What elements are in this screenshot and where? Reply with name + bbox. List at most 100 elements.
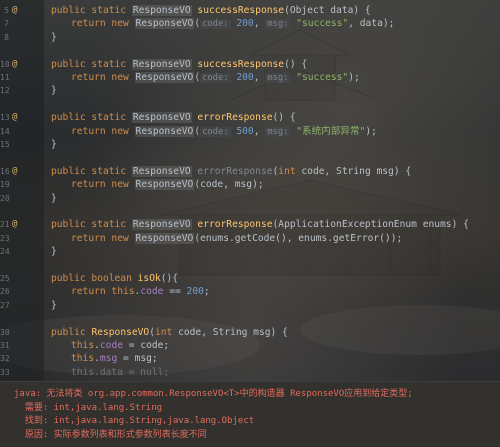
code-token: public static: [51, 5, 132, 16]
code-line[interactable]: [0, 98, 500, 111]
code-token: );: [365, 125, 377, 137]
code-token: errorResponse: [197, 112, 273, 124]
line-number: 15: [0, 140, 10, 149]
code-token: }: [51, 139, 57, 150]
code-line[interactable]: 10 @ public static ResponseVO successRespo…: [0, 58, 500, 71]
line-number: 27: [0, 300, 10, 310]
code-token: }: [51, 246, 57, 258]
code-text: public static ResponseVO errorResponse(i…: [51, 165, 411, 178]
code-token: }: [51, 299, 57, 311]
code-line[interactable]: 31 this.code = code;: [0, 339, 500, 352]
code-token: (enums.getCode(), enums.getError());: [194, 232, 403, 244]
code-token: () {: [284, 58, 308, 70]
code-line[interactable]: 27}: [0, 299, 500, 312]
code-line[interactable]: 20}: [0, 192, 500, 205]
error-line: 找到: int,java.lang.String,java.lang.Objec…: [14, 416, 255, 426]
code-text: }: [51, 84, 57, 97]
code-text: public ResponseVO(int code, String msg) …: [51, 326, 288, 339]
code-token: ResponseVO: [134, 72, 195, 83]
code-token: this: [71, 340, 95, 351]
code-token: }: [51, 85, 57, 97]
code-line[interactable]: 13 @ public static ResponseVO errorRespons…: [0, 111, 500, 124]
code-token: ResponseVO: [131, 58, 192, 70]
code-line[interactable]: 19 return new ResponseVO(code, msg);: [0, 178, 500, 191]
annotation-marker-icon[interactable]: @: [12, 111, 17, 124]
code-text: }: [51, 299, 57, 312]
code-line[interactable]: [0, 151, 500, 164]
annotation-marker-icon[interactable]: @: [12, 4, 17, 17]
code-token: ,: [253, 18, 266, 30]
code-token: return new: [71, 18, 135, 30]
code-token: ;: [203, 286, 210, 298]
code-token: public: [51, 326, 92, 338]
error-line: 需要: int,java.lang.String: [14, 402, 163, 413]
code-line[interactable]: [0, 312, 500, 325]
code-line[interactable]: 21 @ public static ResponseVO errorRespons…: [0, 218, 500, 231]
code-text: public boolean isOk(){: [51, 272, 178, 285]
code-line[interactable]: 8}: [0, 31, 500, 44]
annotation-marker-icon[interactable]: @: [12, 165, 17, 178]
code-token: msg:: [265, 126, 291, 137]
code-token: (){: [160, 273, 179, 284]
code-token: code:: [200, 19, 231, 30]
code-line[interactable]: [0, 44, 500, 57]
code-token: "success": [290, 18, 349, 30]
code-token: code: [99, 340, 123, 351]
line-number: 32: [0, 354, 10, 364]
code-text: return new ResponseVO(enums.getCode(), e…: [71, 232, 402, 245]
code-line[interactable]: 12}: [0, 84, 500, 97]
code-token: public static: [51, 165, 132, 177]
code-line[interactable]: 15}: [0, 138, 500, 151]
code-token: 200: [230, 18, 254, 30]
code-token: msg: [99, 353, 118, 365]
code-token: msg:: [265, 19, 291, 30]
line-number: 14: [0, 126, 10, 136]
code-line[interactable]: 25 public boolean isOk(){: [0, 272, 500, 285]
code-editor[interactable]: 5 @ public static ResponseVO successRespon…: [0, 0, 500, 381]
code-line[interactable]: 30 public ResponseVO(int code, String msg…: [0, 326, 500, 339]
line-number: 30: [0, 327, 10, 337]
code-token: ==: [163, 286, 187, 298]
code-token: int: [278, 165, 302, 177]
code-line[interactable]: 5 @ public static ResponseVO successRespon…: [0, 4, 500, 17]
code-line[interactable]: 14 return new ResponseVO(code: 500, msg: …: [0, 125, 500, 138]
code-line[interactable]: 24}: [0, 245, 500, 258]
code-token: this: [71, 353, 95, 365]
code-token: }: [51, 192, 57, 204]
code-token: ResponseVO: [91, 326, 150, 338]
code-token: isOk: [137, 273, 161, 284]
line-number: 8: [4, 32, 9, 42]
code-token: ,: [253, 125, 266, 137]
build-output-panel: java: 无法将类 org.app.common.ResponseVO<T>中…: [0, 381, 500, 447]
code-line[interactable]: [0, 259, 500, 272]
code-token: ResponseVO: [131, 219, 192, 231]
code-line[interactable]: [0, 205, 500, 218]
code-line[interactable]: 23 return new ResponseVO(enums.getCode(),…: [0, 232, 500, 245]
code-text: return new ResponseVO(code, msg);: [71, 178, 264, 191]
code-token: , data);: [348, 18, 395, 30]
code-text: this.code = code;: [71, 339, 169, 352]
code-token: successResponse: [197, 58, 285, 70]
code-token: this.data = null;: [71, 366, 170, 378]
code-line[interactable]: 33 this.data = null;: [0, 366, 500, 379]
code-text: return new ResponseVO(code: 200, msg: "s…: [71, 17, 394, 31]
code-token: 200: [186, 286, 204, 298]
annotation-marker-icon[interactable]: @: [12, 58, 17, 71]
code-token: ResponseVO: [134, 18, 195, 30]
line-number: 12: [0, 86, 10, 96]
code-token: (ApplicationExceptionEnum enums) {: [272, 219, 469, 231]
line-number: 21: [0, 220, 10, 230]
code-line[interactable]: 16 @ public static ResponseVO errorRespons…: [0, 165, 500, 178]
line-number: 20: [0, 193, 10, 203]
code-token: 500: [230, 125, 254, 137]
code-line[interactable]: 7 return new ResponseVO(code: 200, msg: "…: [0, 17, 500, 30]
code-token: (Object data) {: [284, 5, 371, 16]
code-line[interactable]: 26 return this.code == 200;: [0, 285, 500, 298]
code-token: code: [140, 286, 164, 298]
code-line[interactable]: 32 this.msg = msg;: [0, 352, 500, 365]
code-line[interactable]: 11 return new ResponseVO(code: 200, msg: …: [0, 71, 500, 84]
code-token: "系统内部异常": [290, 125, 366, 137]
annotation-marker-icon[interactable]: @: [12, 218, 17, 231]
code-token: return new: [71, 179, 135, 191]
code-token: public boolean: [51, 273, 138, 284]
